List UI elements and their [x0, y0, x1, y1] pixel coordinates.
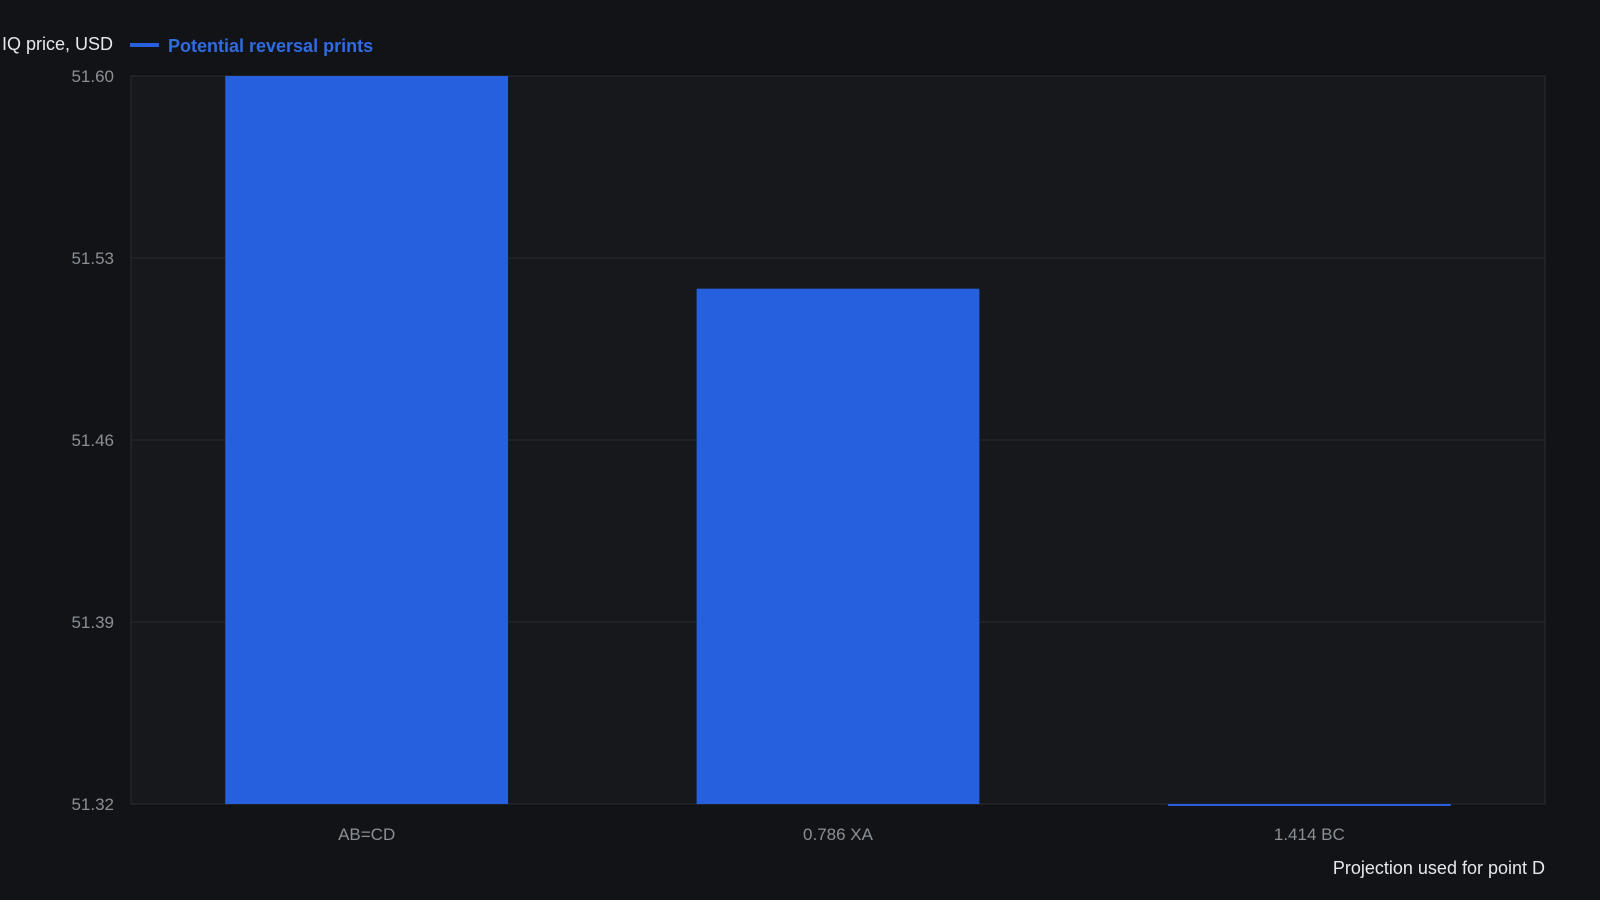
y-tick-label: 51.53: [71, 249, 114, 268]
y-tick-label: 51.32: [71, 795, 114, 814]
y-tick-labels: 51.60 51.53 51.46 51.39 51.32: [71, 67, 114, 814]
x-category-label: 1.414 BC: [1274, 825, 1345, 844]
bar-1-414-bc[interactable]: [1167, 804, 1451, 806]
y-tick-label: 51.39: [71, 613, 114, 632]
legend[interactable]: Potential reversal prints: [130, 36, 373, 56]
legend-label: Potential reversal prints: [168, 36, 373, 56]
x-category-label: 0.786 XA: [803, 825, 874, 844]
y-tick-label: 51.60: [71, 67, 114, 86]
bar-chart: 51.60 51.53 51.46 51.39 51.32 AB=CD 0.786 XA 1…: [2, 34, 1546, 878]
x-category-label: AB=CD: [338, 825, 395, 844]
bar-0-786-xa[interactable]: [696, 288, 980, 804]
chart-root: 51.60 51.53 51.46 51.39 51.32 AB=CD 0.786 XA 1…: [0, 0, 1600, 900]
x-axis-title: Projection used for point D: [1333, 858, 1545, 878]
y-axis-title: IQ price, USD: [2, 34, 113, 54]
bar-ab-cd[interactable]: [225, 76, 509, 804]
y-tick-label: 51.46: [71, 431, 114, 450]
x-category-labels: AB=CD 0.786 XA 1.414 BC: [338, 825, 1345, 844]
